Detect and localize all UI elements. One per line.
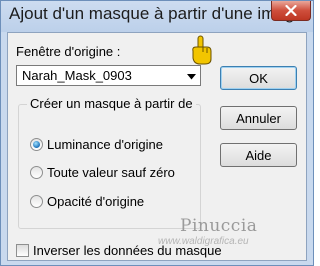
ok-button[interactable]: OK bbox=[220, 66, 297, 90]
window-title: Ajout d'un masque à partir d'une image bbox=[9, 4, 304, 23]
radio-label: Luminance d'origine bbox=[47, 136, 163, 152]
dialog-body: Fenêtre d'origine : Narah_Mask_0903 OK A… bbox=[7, 32, 307, 261]
invert-mask-checkbox[interactable] bbox=[16, 243, 29, 257]
radio-any-non-zero[interactable]: Toute valeur sauf zéro bbox=[30, 163, 175, 181]
mask-source-group-label: Créer un masque à partir de bbox=[27, 96, 196, 111]
watermark-name: Pinuccia bbox=[180, 216, 258, 236]
cancel-button[interactable]: Annuler bbox=[220, 106, 297, 130]
radio-luminance[interactable]: Luminance d'origine bbox=[30, 135, 163, 153]
radio-label: Toute valeur sauf zéro bbox=[47, 164, 175, 180]
source-window-value: Narah_Mask_0903 bbox=[22, 68, 132, 83]
source-window-label: Fenêtre d'origine : bbox=[16, 44, 121, 59]
help-button[interactable]: Aide bbox=[220, 143, 297, 167]
radio-label: Opacité d'origine bbox=[47, 193, 145, 209]
mask-source-group: Créer un masque à partir de Luminance d'… bbox=[18, 96, 201, 229]
invert-mask-label: Inverser les données du masque bbox=[33, 242, 222, 258]
source-window-select[interactable]: Narah_Mask_0903 bbox=[16, 65, 201, 86]
radio-opacity[interactable]: Opacité d'origine bbox=[30, 192, 144, 210]
radio-button[interactable] bbox=[30, 137, 43, 151]
title-bar[interactable]: Ajout d'un masque à partir d'une image bbox=[1, 1, 313, 32]
chevron-down-icon bbox=[187, 74, 196, 80]
hand-pointer-icon bbox=[192, 35, 212, 65]
radio-button[interactable] bbox=[30, 194, 43, 208]
invert-mask-checkbox-row[interactable]: Inverser les données du masque bbox=[16, 241, 222, 259]
dialog-window: Ajout d'un masque à partir d'une image F… bbox=[0, 0, 314, 266]
close-button[interactable] bbox=[271, 1, 311, 21]
close-icon bbox=[285, 5, 297, 16]
radio-button[interactable] bbox=[30, 165, 43, 179]
